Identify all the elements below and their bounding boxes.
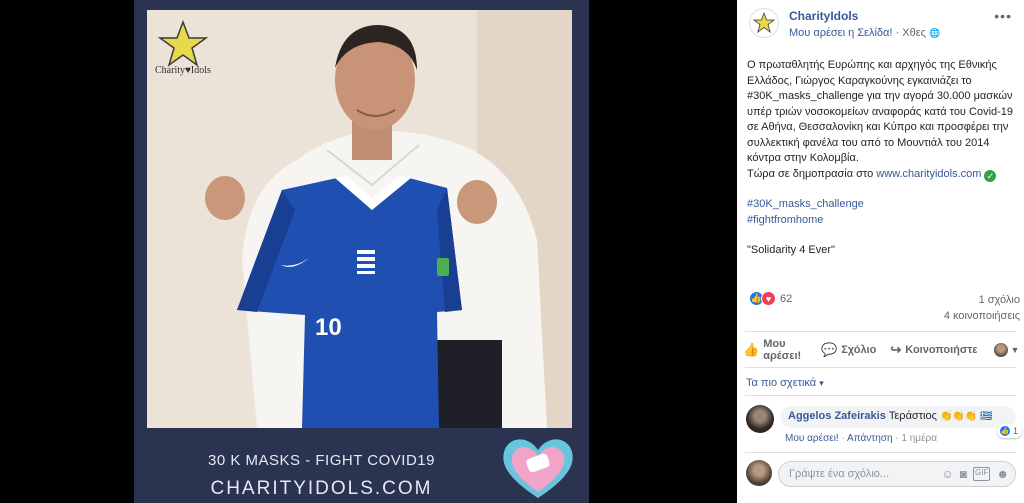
camera-icon[interactable]: ◙	[960, 467, 967, 481]
jersey-number: 10	[315, 314, 342, 341]
like-page-link[interactable]: Μου αρέσει η Σελίδα!	[789, 27, 892, 39]
comment-input[interactable]: Γράψτε ένα σχόλιο... ☺ ◙ GIF ☻	[778, 461, 1016, 487]
post-stats: 1 σχόλιο 4 κοινοποιήσεις	[944, 292, 1020, 324]
post-as-selector[interactable]: ▼	[993, 343, 1020, 357]
post-meta: Μου αρέσει η Σελίδα! · Χθες 🌐	[789, 27, 940, 39]
divider	[745, 452, 1016, 453]
photo-content: 10 Charity♥Idols	[147, 10, 572, 428]
comment-author[interactable]: Aggelos Zafeirakis	[788, 410, 886, 422]
page-name-link[interactable]: CharityIdols	[789, 9, 858, 23]
comment-like-link[interactable]: Μου αρέσει!	[785, 433, 839, 444]
comment-reactions[interactable]: 👍 1	[996, 424, 1022, 438]
comment-sort-dropdown[interactable]: Τα πιο σχετικά ▾	[746, 377, 824, 389]
divider	[745, 395, 1016, 396]
reaction-count: 62	[780, 292, 793, 305]
post-text: Ο πρωταθλητής Ευρώπης και αρχηγός της Εθ…	[747, 59, 1014, 164]
user-avatar	[993, 343, 1008, 357]
post-timestamp[interactable]: Χθες	[902, 27, 926, 39]
chevron-down-icon: ▼	[1010, 345, 1020, 355]
hashtag-fightfromhome[interactable]: #fightfromhome	[747, 213, 1019, 229]
post-panel: CharityIdols Μου αρέσει η Σελίδα! · Χθες…	[737, 0, 1024, 503]
greek-flag-icon: 🇬🇷	[980, 411, 993, 422]
like-reaction-icon: 👍	[998, 425, 1011, 437]
composer-tools: ☺ ◙ GIF ☻	[942, 467, 1009, 481]
divider	[745, 331, 1016, 332]
like-button[interactable]: 👍 Μου αρέσει!	[743, 338, 811, 362]
like-button-label: Μου αρέσει!	[763, 338, 802, 362]
chevron-down-icon: ▾	[819, 378, 824, 388]
action-bar: 👍 Μου αρέσει! 💬 Σχόλιο ↪ Κοινοποιήστε ▼	[743, 336, 1022, 364]
clapping-hands-icon: 👏👏👏	[939, 411, 978, 422]
auction-link[interactable]: www.charityidols.com	[876, 168, 981, 180]
love-reaction-icon: ♥	[761, 291, 776, 306]
thumbs-up-icon: 👍	[743, 342, 760, 357]
comment-count-link[interactable]: 1 σχόλιο	[944, 292, 1020, 308]
comment-button-label: Σχόλιο	[841, 344, 877, 356]
globe-icon: 🌐	[928, 28, 941, 38]
comment-sort-label: Τα πιο σχετικά	[746, 377, 817, 389]
comment-input-placeholder: Γράψτε ένα σχόλιο...	[789, 468, 890, 480]
facebook-photo-viewer: 10 Charity♥Idols 30 K MASKS - FIGHT COVI…	[0, 0, 1024, 503]
photo-stage[interactable]: 10 Charity♥Idols 30 K MASKS - FIGHT COVI…	[0, 0, 737, 503]
share-count-link[interactable]: 4 κοινοποιήσεις	[944, 308, 1020, 324]
share-button-label: Κοινοποιήστε	[905, 344, 978, 356]
comment-meta: Μου αρέσει! · Απάντηση · 1 ημέρα	[785, 433, 937, 444]
check-icon: ✓	[984, 169, 997, 182]
comment-button[interactable]: 💬 Σχόλιο	[821, 342, 876, 358]
page-avatar[interactable]	[749, 8, 779, 38]
current-user-avatar	[746, 460, 772, 486]
post-photo[interactable]: 10 Charity♥Idols 30 K MASKS - FIGHT COVI…	[134, 0, 589, 503]
commenter-avatar[interactable]	[746, 405, 774, 433]
reaction-summary[interactable]: 👍 ♥ 62	[749, 291, 792, 306]
sticker-icon[interactable]: ☻	[996, 467, 1009, 481]
more-options-button[interactable]: •••	[994, 8, 1012, 24]
star-icon	[753, 12, 775, 34]
emoji-icon[interactable]: ☺	[942, 467, 954, 481]
comment-bubble: Aggelos Zafeirakis Τεράστιος 👏👏👏 🇬🇷 👍 1	[780, 406, 1022, 438]
comment-reply-link[interactable]: Απάντηση	[847, 433, 892, 444]
comment-text: Τεράστιος	[888, 410, 937, 422]
meta-separator: ·	[895, 27, 900, 39]
post-quote: "Solidarity 4 Ever"	[747, 244, 835, 256]
heart-mask-logo	[503, 439, 573, 498]
image-caption-url: CHARITYIDOLS.COM	[210, 478, 433, 499]
comment-time[interactable]: 1 ημέρα	[901, 433, 937, 444]
post-body: Ο πρωταθλητής Ευρώπης και αρχηγός της Εθ…	[747, 58, 1019, 259]
share-arrow-icon: ↪	[890, 342, 902, 357]
share-button[interactable]: ↪ Κοινοποιήστε	[890, 342, 977, 358]
hashtag-30k-masks[interactable]: #30K_masks_challenge	[747, 197, 1019, 213]
gif-icon[interactable]: GIF	[973, 467, 991, 481]
comment-reaction-count: 1	[1012, 426, 1018, 436]
logo-text: Charity♥Idols	[155, 65, 211, 76]
image-caption-top: 30 K MASKS - FIGHT COVID19	[208, 452, 435, 469]
auction-prefix: Τώρα σε δημοπρασία στο	[747, 167, 877, 180]
speech-bubble-icon: 💬	[821, 342, 838, 357]
divider	[745, 367, 1016, 368]
